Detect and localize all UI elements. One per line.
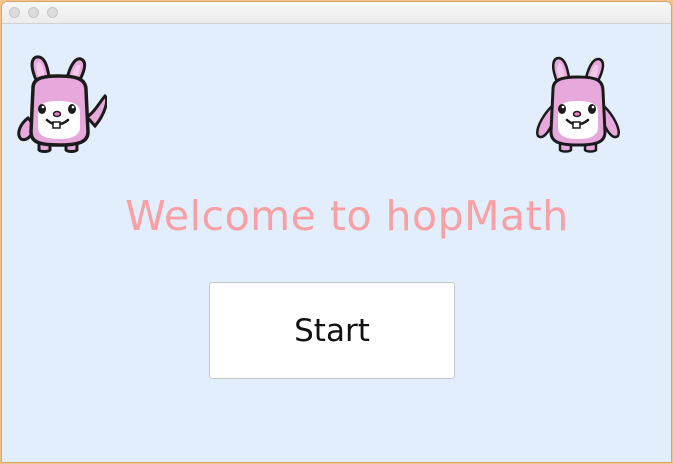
start-button[interactable]: Start [209, 282, 455, 379]
bunny-icon [536, 56, 620, 153]
minimize-window-button[interactable] [28, 7, 39, 18]
welcome-title: Welcome to hopMath [125, 192, 569, 240]
app-window: Welcome to hopMath Start [2, 2, 671, 462]
bunny-icon [17, 55, 107, 153]
welcome-screen: Welcome to hopMath Start [2, 24, 671, 462]
title-bar [2, 2, 671, 24]
close-window-button[interactable] [9, 7, 20, 18]
zoom-window-button[interactable] [47, 7, 58, 18]
